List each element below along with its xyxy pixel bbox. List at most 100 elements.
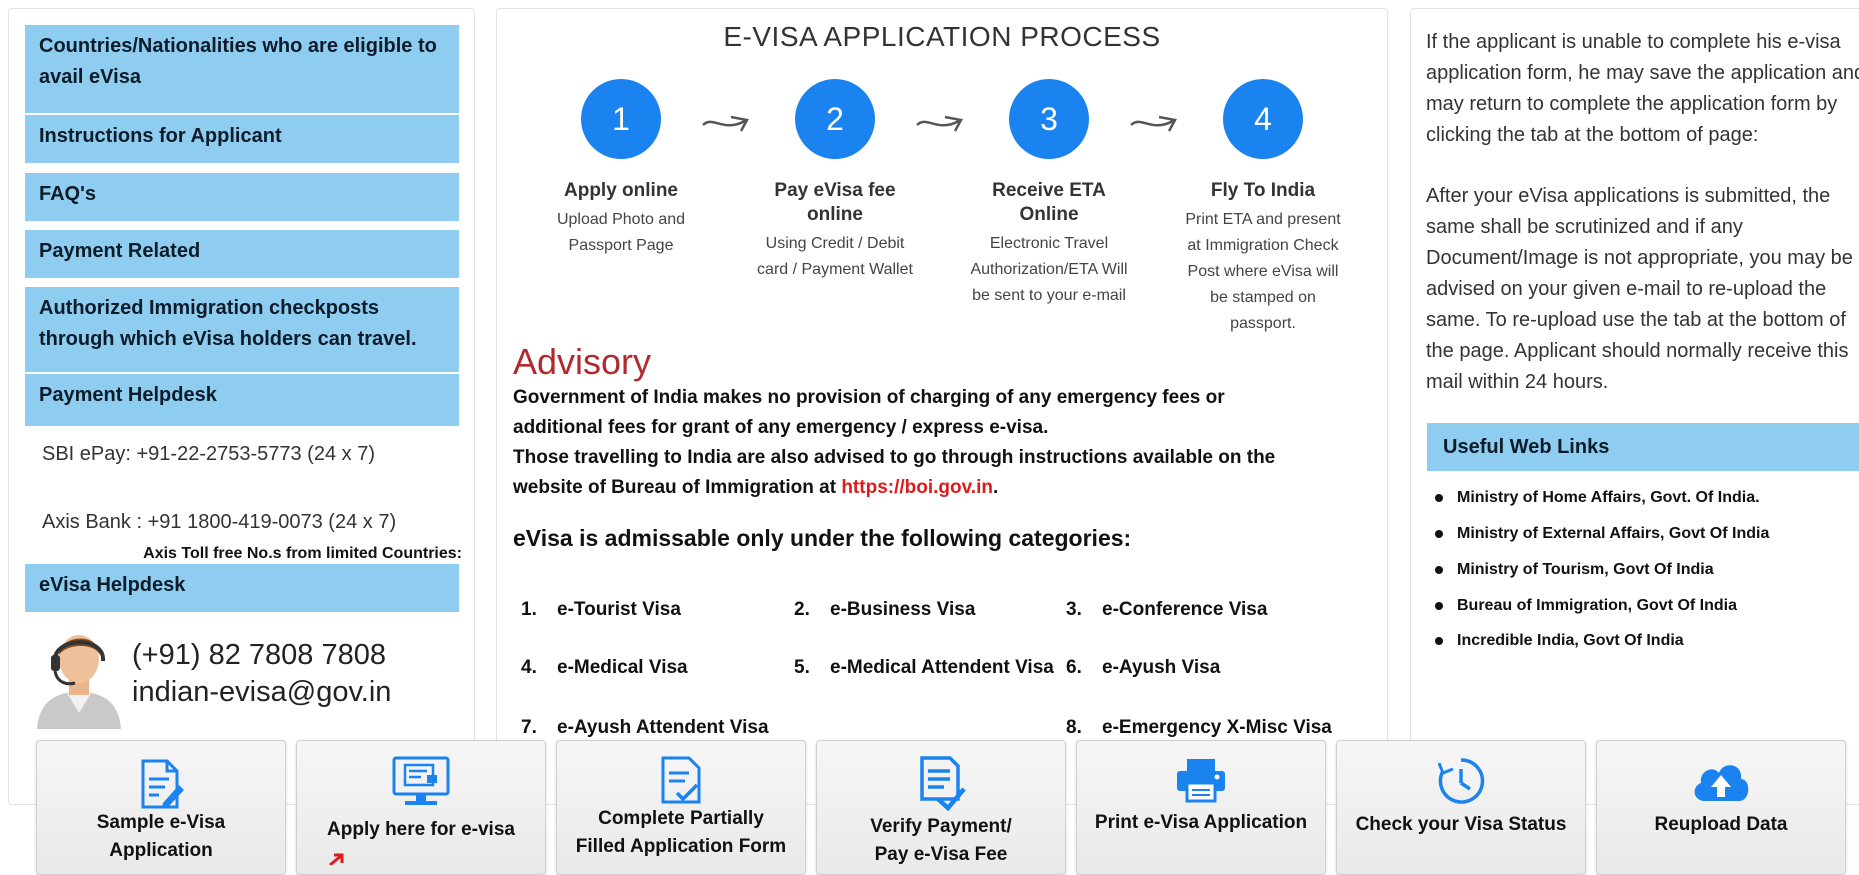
axis-toll-free-note: Axis Toll free No.s from limited Countri… (143, 545, 462, 562)
web-link-label: Bureau of Immigration, Govt Of India (1457, 597, 1738, 614)
visa-category-item: 1. e-Tourist Visa (521, 599, 681, 621)
visa-category-number: 7. (521, 717, 537, 738)
web-link-label: Ministry of Home Affairs, Govt. Of India… (1457, 489, 1760, 506)
visa-category-label: e-Tourist Visa (557, 599, 681, 620)
advisory-text: Government of India makes no provision o… (513, 387, 1225, 408)
sidebar-item-evisa-helpdesk[interactable]: eVisa Helpdesk (25, 564, 459, 612)
step-1-title: Apply online (564, 180, 678, 201)
web-link-tourism[interactable]: Ministry of Tourism, Govt Of India (1435, 561, 1714, 579)
visa-category-item: 2. e-Business Visa (794, 599, 975, 621)
web-link-label: Ministry of External Affairs, Govt Of In… (1457, 525, 1770, 542)
complete-partial-form-button[interactable]: Complete Partially Filled Application Fo… (556, 740, 806, 875)
print-evisa-button[interactable]: Print e-Visa Application (1076, 740, 1326, 875)
helpdesk-phone: (+91) 82 7808 7808 (132, 639, 386, 671)
reupload-info: After your eVisa applications is submitt… (1426, 185, 1853, 393)
step-1-circle: 1 (581, 79, 661, 159)
tile-label: Filled Application Form (575, 836, 787, 857)
web-link-external-affairs[interactable]: Ministry of External Affairs, Govt Of In… (1435, 525, 1769, 543)
web-link-label: Ministry of Tourism, Govt Of India (1457, 561, 1714, 578)
sidebar-item-payment-related[interactable]: Payment Related (25, 230, 459, 278)
sidebar-item-immigration-checkposts[interactable]: Authorized Immigration checkposts throug… (25, 287, 459, 372)
bullet-icon (1435, 493, 1443, 502)
visa-category-label: e-Medical Visa (557, 657, 688, 678)
visa-category-item: 7. e-Ayush Attendent Visa (521, 717, 769, 739)
document-check-icon (920, 756, 966, 811)
visa-category-number: 4. (521, 657, 537, 678)
visa-category-item: 8. e-Emergency X-Misc Visa (1066, 717, 1332, 739)
sbi-helpdesk-number: SBI ePay: +91-22-2753-5773 (24 x 7) (42, 443, 375, 465)
tile-label: Check your Visa Status (1355, 814, 1567, 835)
step-2-circle: 2 (795, 79, 875, 159)
web-link-home-affairs[interactable]: Ministry of Home Affairs, Govt. Of India… (1435, 489, 1760, 507)
web-link-immigration[interactable]: Bureau of Immigration, Govt Of India (1435, 597, 1737, 615)
sidebar-item-payment-helpdesk[interactable]: Payment Helpdesk (25, 374, 459, 426)
advisory-text: Those travelling to India are also advis… (513, 447, 1276, 468)
check-visa-status-button[interactable]: Check your Visa Status (1336, 740, 1586, 875)
application-process-panel: E-VISA APPLICATION PROCESS 1 Apply onlin… (496, 8, 1388, 805)
advisory-text: website of Bureau of Immigration at http… (513, 477, 998, 499)
reupload-data-button[interactable]: Reupload Data (1596, 740, 1846, 875)
visa-category-number: 5. (794, 657, 810, 678)
web-link-incredible-india[interactable]: Incredible India, Govt Of India (1435, 632, 1684, 650)
step-4-circle: 4 (1223, 79, 1303, 159)
verify-payment-button[interactable]: Verify Payment/ Pay e-Visa Fee (816, 740, 1066, 875)
visa-category-item: 6. e-Ayush Visa (1066, 657, 1220, 679)
tile-label: Reupload Data (1654, 814, 1788, 835)
document-edit-icon (141, 759, 184, 809)
sidebar-item-eligible-countries[interactable]: Countries/Nationalities who are eligible… (25, 25, 459, 113)
bullet-icon (1435, 636, 1443, 645)
process-title: E-VISA APPLICATION PROCESS (723, 21, 1161, 52)
info-panel: If the applicant is unable to complete h… (1410, 8, 1859, 805)
visa-category-item: 4. e-Medical Visa (521, 657, 688, 679)
clock-refresh-icon (1437, 758, 1485, 804)
arrow-right-icon (1130, 115, 1177, 132)
step-4-title: Fly To India (1210, 180, 1316, 201)
step-3-circle: 3 (1009, 79, 1089, 159)
arrow-right-icon (916, 115, 963, 132)
printer-icon (1177, 759, 1225, 803)
advisory-text: additional fees for grant of any emergen… (513, 417, 1049, 438)
boi-link[interactable]: https://boi.gov.in (841, 477, 993, 498)
tile-label: Apply here for e-visa (327, 819, 515, 840)
bullet-icon (1435, 529, 1443, 538)
advisory-text-suffix: . (992, 477, 999, 498)
tile-label: Sample e-Visa (96, 812, 226, 833)
categories-heading: eVisa is admissable only under the follo… (513, 525, 1132, 551)
step-1-desc: Upload Photo and Passport Page (556, 211, 686, 254)
visa-category-number: 6. (1066, 657, 1082, 678)
helpdesk-operator-icon (37, 635, 121, 729)
sidebar-item-faq[interactable]: FAQ's (25, 173, 459, 221)
visa-category-label: e-Ayush Visa (1102, 657, 1221, 678)
tile-label: Complete Partially (598, 808, 764, 829)
step-2-title: Pay eVisa fee online (774, 180, 896, 225)
monitor-form-icon (392, 756, 450, 805)
visa-category-number: 2. (794, 599, 810, 620)
visa-category-item: 5. e-Medical Attendent Visa (794, 657, 1054, 679)
visa-category-label: e-Medical Attendent Visa (830, 657, 1054, 678)
sample-evisa-application-button[interactable]: Sample e-Visa Application (36, 740, 286, 875)
visa-category-label: e-Business Visa (830, 599, 976, 620)
visa-category-item: 3. e-Conference Visa (1066, 599, 1267, 621)
advisory-heading: Advisory (513, 341, 652, 382)
axis-helpdesk-number: Axis Bank : +91 1800-419-0073 (24 x 7) (42, 511, 397, 533)
checklist-icon (661, 756, 701, 804)
save-application-info: If the applicant is unable to complete h… (1426, 31, 1859, 146)
pointer-arrow-icon (329, 853, 344, 865)
tile-label: Application (109, 840, 213, 861)
bullet-icon (1435, 601, 1443, 610)
visa-category-number: 1. (521, 599, 537, 620)
tile-label: Print e-Visa Application (1094, 812, 1308, 833)
step-4-desc: Print ETA and present at Immigration Che… (1185, 211, 1341, 332)
left-sidebar-panel: Countries/Nationalities who are eligible… (8, 8, 475, 805)
sidebar-item-instructions[interactable]: Instructions for Applicant (25, 115, 459, 163)
visa-category-number: 3. (1066, 599, 1082, 620)
cloud-upload-icon (1694, 765, 1749, 801)
bullet-icon (1435, 565, 1443, 574)
visa-category-label: e-Conference Visa (1102, 599, 1268, 620)
visa-category-label: e-Ayush Attendent Visa (557, 717, 769, 738)
web-link-label: Incredible India, Govt Of India (1457, 632, 1684, 649)
visa-category-label: e-Emergency X-Misc Visa (1102, 717, 1332, 738)
advisory-text-prefix: website of Bureau of Immigration at (513, 477, 842, 498)
helpdesk-email[interactable]: indian-evisa@gov.in (132, 676, 391, 709)
arrow-right-icon (702, 115, 749, 132)
